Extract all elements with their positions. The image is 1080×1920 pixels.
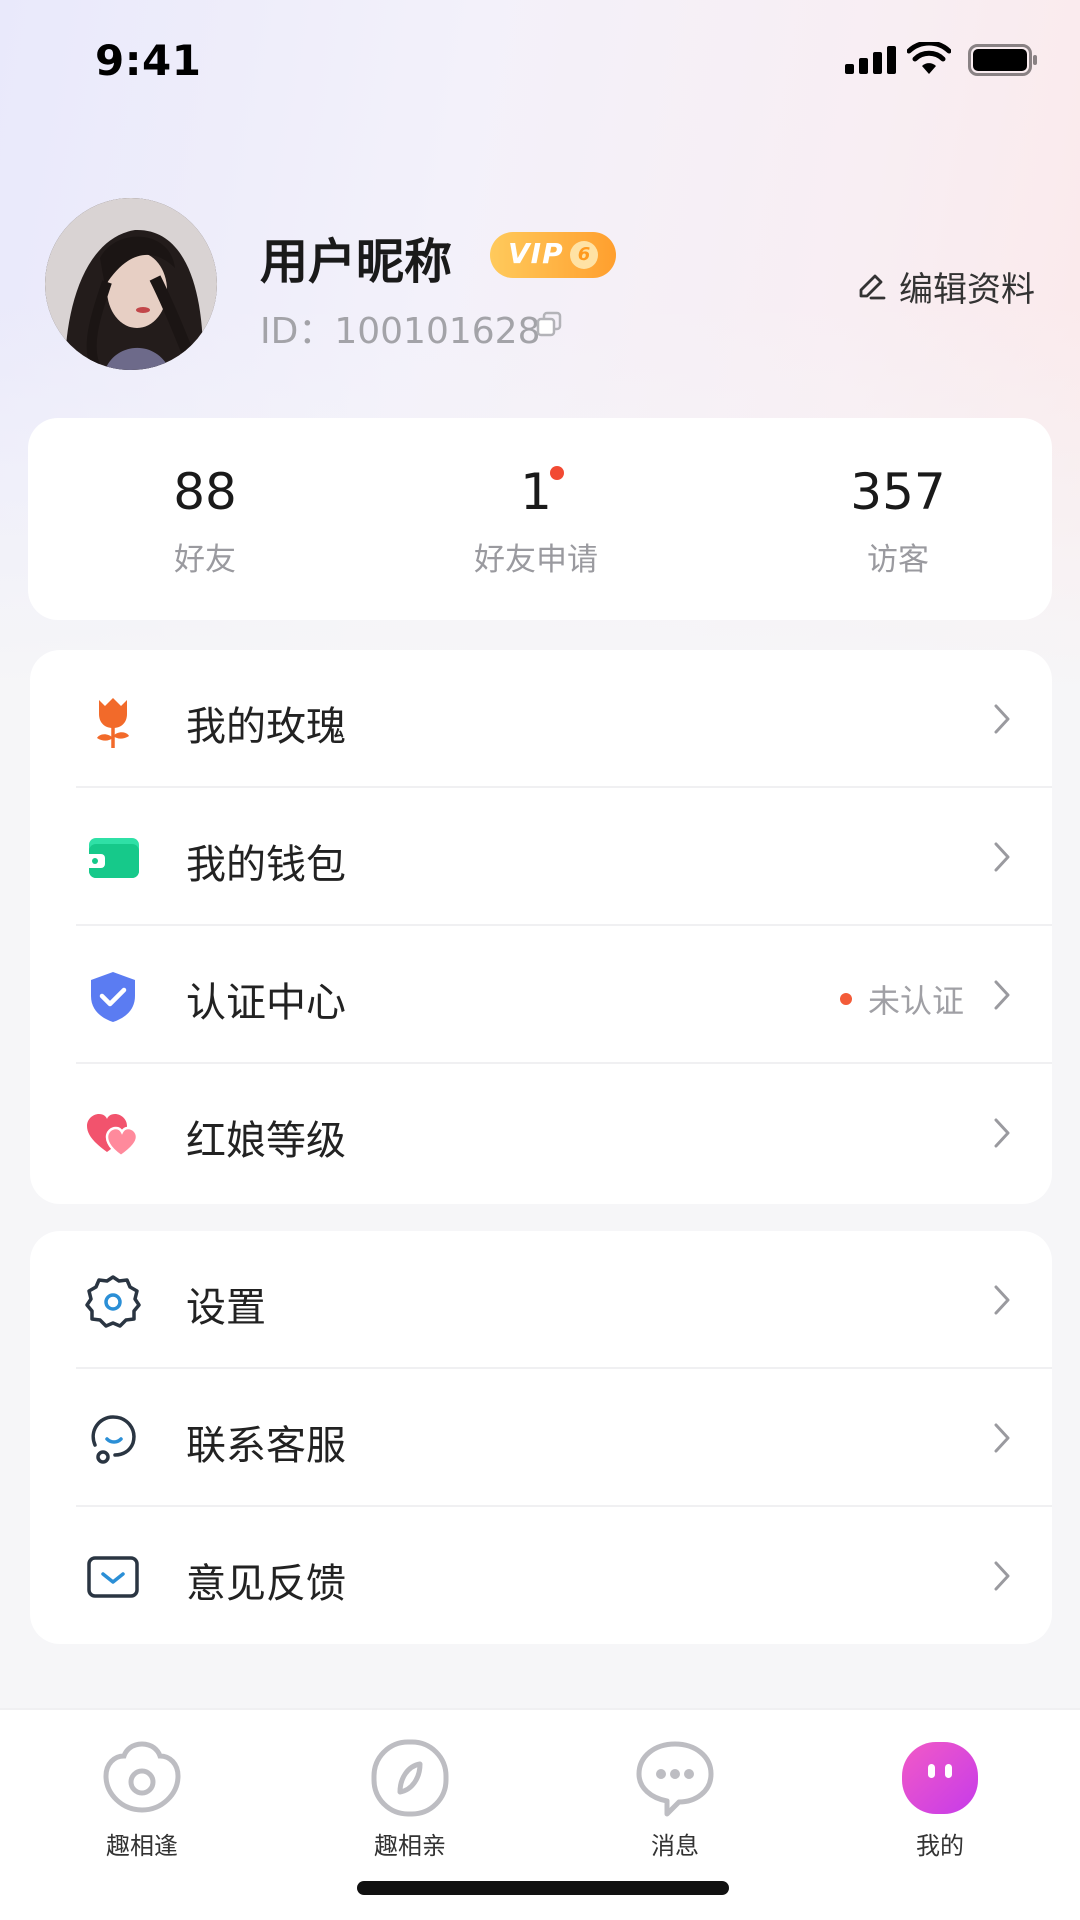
stats-card: 88 好友 1 好友申请 357 访客 bbox=[28, 418, 1052, 620]
meet-icon bbox=[103, 1741, 181, 1813]
tab-label: 趣相亲 bbox=[374, 1832, 446, 1860]
message-icon bbox=[636, 1741, 714, 1817]
chevron-right-icon bbox=[994, 1561, 1010, 1591]
headset-icon bbox=[91, 1415, 136, 1464]
copy-icon[interactable] bbox=[535, 310, 563, 338]
pencil-icon bbox=[859, 274, 886, 300]
status-bar: 9:41 bbox=[0, 0, 1080, 120]
nickname: 用户昵称 bbox=[260, 234, 453, 290]
tab-label: 我的 bbox=[916, 1832, 964, 1860]
verification-status: 未认证 bbox=[839, 976, 964, 1022]
status-text: 未认证 bbox=[867, 982, 964, 1020]
tab-messages[interactable]: 消息 bbox=[595, 1738, 755, 1861]
menu-label: 我的玫瑰 bbox=[186, 704, 346, 750]
menu-label: 我的钱包 bbox=[186, 842, 346, 888]
stat-visitors[interactable]: 357 访客 bbox=[778, 462, 1018, 579]
mine-icon bbox=[902, 1742, 978, 1814]
menu-item-matchmaker-level[interactable]: 红娘等级 bbox=[30, 1064, 1052, 1202]
stat-label: 好友申请 bbox=[474, 542, 598, 578]
vip-label: VIP bbox=[508, 237, 564, 270]
hearts-icon bbox=[87, 1114, 139, 1158]
menu-label: 红娘等级 bbox=[186, 1118, 346, 1164]
home-indicator bbox=[357, 1881, 729, 1895]
chevron-right-icon bbox=[994, 842, 1010, 872]
vip-level: 6 bbox=[570, 241, 598, 269]
wifi-icon bbox=[907, 42, 951, 74]
stat-label: 访客 bbox=[867, 542, 929, 578]
stat-value: 357 bbox=[850, 463, 946, 521]
vip-badge[interactable]: VIP 6 bbox=[490, 232, 616, 278]
stat-value: 88 bbox=[173, 463, 237, 521]
tab-label: 趣相逢 bbox=[106, 1832, 178, 1860]
menu-item-settings[interactable]: 设置 bbox=[30, 1231, 1052, 1369]
menu-label: 认证中心 bbox=[186, 980, 346, 1026]
wallet-icon bbox=[85, 838, 139, 878]
battery-icon bbox=[968, 44, 1037, 76]
stat-friend-requests[interactable]: 1 好友申请 bbox=[416, 462, 656, 579]
menu-item-feedback[interactable]: 意见反馈 bbox=[30, 1507, 1052, 1645]
menu-item-verification[interactable]: 认证中心 未认证 bbox=[30, 926, 1052, 1064]
avatar[interactable] bbox=[45, 198, 217, 370]
stat-label: 好友 bbox=[174, 542, 236, 578]
status-dot bbox=[839, 993, 852, 1005]
shield-check-icon bbox=[91, 972, 135, 1022]
chevron-right-icon bbox=[994, 704, 1010, 734]
chevron-right-icon bbox=[994, 1423, 1010, 1453]
status-time: 9:41 bbox=[95, 36, 202, 85]
tab-label: 消息 bbox=[651, 1832, 699, 1860]
rose-icon bbox=[97, 698, 129, 748]
notification-dot bbox=[550, 466, 564, 480]
edit-profile-button[interactable]: 编辑资料 bbox=[855, 262, 1035, 310]
compass-icon bbox=[371, 1739, 449, 1817]
menu-card-primary: 我的玫瑰 我的钱包 认证中心 未认证 红娘等级 bbox=[30, 650, 1052, 1204]
gear-icon bbox=[85, 1275, 141, 1328]
tab-mine[interactable]: 我的 bbox=[860, 1738, 1020, 1861]
menu-label: 联系客服 bbox=[186, 1423, 346, 1469]
stat-friends[interactable]: 88 好友 bbox=[85, 462, 325, 579]
menu-card-secondary: 设置 联系客服 意见反馈 bbox=[30, 1231, 1052, 1644]
menu-label: 意见反馈 bbox=[186, 1561, 346, 1607]
tab-dating[interactable]: 趣相亲 bbox=[330, 1738, 490, 1861]
tab-meet[interactable]: 趣相逢 bbox=[62, 1738, 222, 1861]
avatar-photo bbox=[45, 198, 217, 370]
edit-profile-label: 编辑资料 bbox=[899, 269, 1035, 310]
feedback-icon bbox=[87, 1556, 139, 1598]
menu-item-roses[interactable]: 我的玫瑰 bbox=[30, 650, 1052, 788]
stat-value: 1 bbox=[520, 463, 552, 521]
signal-icon bbox=[845, 46, 896, 74]
chevron-right-icon bbox=[994, 1118, 1010, 1148]
menu-item-customer-service[interactable]: 联系客服 bbox=[30, 1369, 1052, 1507]
menu-label: 设置 bbox=[186, 1285, 266, 1331]
chevron-right-icon bbox=[994, 1285, 1010, 1315]
user-id: ID：100101628 bbox=[260, 311, 541, 352]
chevron-right-icon bbox=[994, 980, 1010, 1010]
menu-item-wallet[interactable]: 我的钱包 bbox=[30, 788, 1052, 926]
